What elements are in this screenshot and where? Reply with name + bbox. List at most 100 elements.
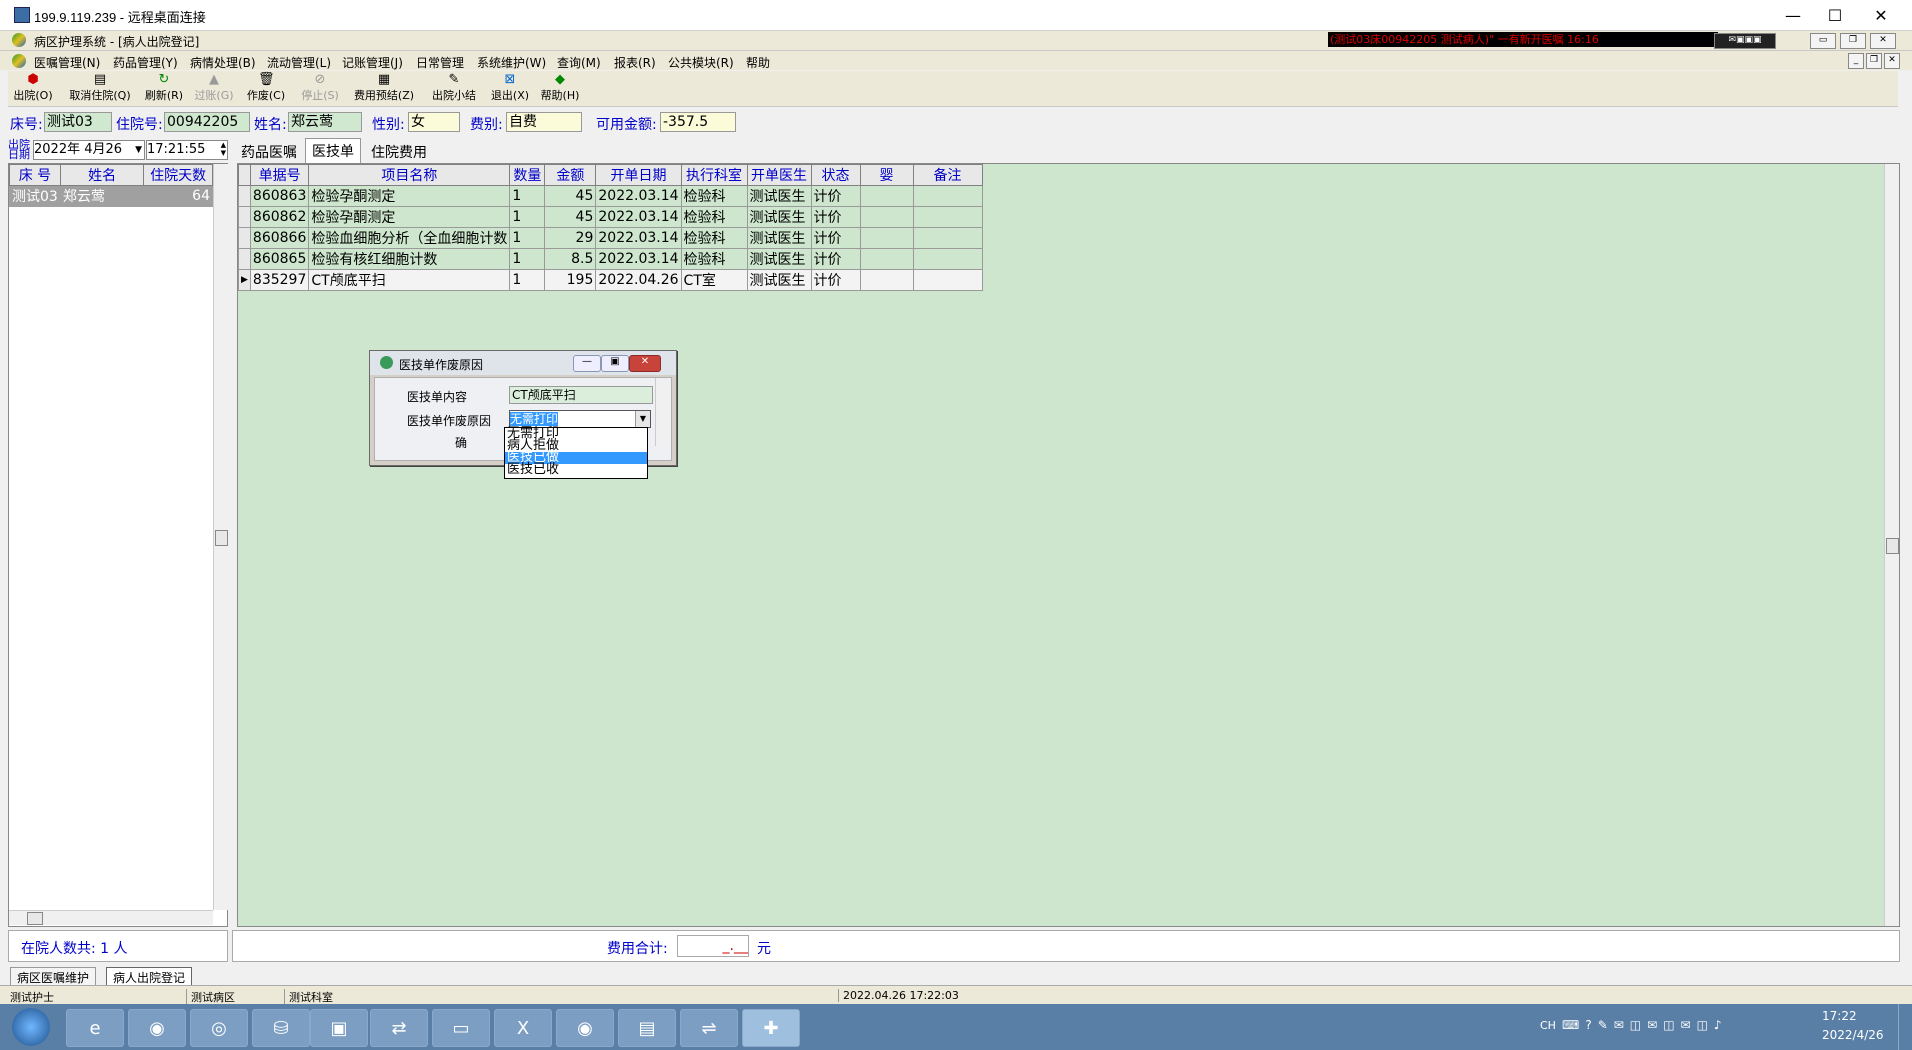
discharge-time-field[interactable]: 17:21:55 ▲ ▼	[146, 140, 228, 160]
column-header[interactable]: 状态	[810, 164, 861, 186]
column-header[interactable]: 开单医生	[746, 164, 812, 186]
cell	[859, 206, 914, 228]
balance-label: 可用金额:	[596, 117, 657, 133]
remote-icon[interactable]: ⇌	[680, 1009, 738, 1047]
app-minimize-button[interactable]: ▭	[1810, 33, 1836, 49]
table-row[interactable]: 860866 检验血细胞分析（全血细胞计数 1 29 2022.03.14 检验科 测试医生…	[238, 227, 983, 249]
mdi-restore-button[interactable]: ❐	[1866, 53, 1882, 69]
column-header[interactable]: 项目名称	[308, 164, 511, 186]
name-field[interactable]: 郑云莺	[288, 112, 362, 132]
horizontal-scrollbar[interactable]	[9, 910, 213, 925]
record-icon[interactable]: ◉	[556, 1009, 614, 1047]
dialog-scrollbar[interactable]	[655, 378, 668, 446]
maximize-button[interactable]: ☐	[1812, 0, 1858, 30]
content-label: 医技单内容	[407, 390, 468, 404]
windows-start-icon[interactable]	[12, 1008, 50, 1046]
discharge-summary-button[interactable]: ✎ 出院小结	[426, 73, 482, 105]
column-header[interactable]: 金额	[544, 164, 597, 186]
help-button[interactable]: ◆ 帮助(H)	[538, 73, 582, 105]
toolbar-label: 过账(G)	[194, 89, 234, 102]
mdi-minimize-button[interactable]: _	[1848, 53, 1864, 69]
column-header[interactable]: 执行科室	[680, 164, 748, 186]
scroll-thumb[interactable]	[27, 912, 43, 925]
minimize-button[interactable]: —	[1770, 0, 1816, 30]
close-button[interactable]: ✕	[1858, 0, 1904, 30]
mdi-close-button[interactable]: ✕	[1884, 53, 1900, 69]
confirm-button[interactable]: 确	[455, 434, 495, 452]
menu-item[interactable]: 病情处理(B)	[190, 54, 256, 71]
menu-item[interactable]: 记账管理(J)	[342, 54, 403, 71]
ie-icon[interactable]: e	[66, 1009, 124, 1047]
menu-item[interactable]: 流动管理(L)	[267, 54, 331, 71]
excel-icon[interactable]: X	[494, 1009, 552, 1047]
table-row[interactable]: 860863 检验孕酮测定 1 45 2022.03.14 检验科 测试医生 计价	[238, 185, 983, 207]
rdp-icon[interactable]: ⇄	[370, 1009, 428, 1047]
table-row[interactable]: 860865 检验有核红细胞计数 1 8.5 2022.03.14 检验科 测试医生 计价	[238, 248, 983, 270]
app-restore-button[interactable]: ❐	[1840, 33, 1866, 49]
menu-item[interactable]: 药品管理(Y)	[113, 54, 178, 71]
show-desktop-button[interactable]	[1898, 1004, 1912, 1050]
refresh-button[interactable]: ↻ 刷新(R)	[142, 73, 186, 105]
scroll-thumb[interactable]	[215, 530, 228, 546]
vertical-scrollbar[interactable]	[213, 164, 228, 910]
tray-date[interactable]: 2022/4/26	[1822, 1028, 1884, 1042]
tab-hospital-fees[interactable]: 住院费用	[371, 142, 427, 162]
tray-icons[interactable]: ⌨?✎✉◫✉◫✉◫♪	[1562, 1018, 1728, 1032]
admission-field[interactable]: 00942205	[164, 112, 250, 132]
cancel-admission-button[interactable]: ▤ 取消住院(Q)	[66, 73, 134, 105]
scroll-thumb[interactable]	[1886, 538, 1899, 554]
vertical-scrollbar[interactable]	[1884, 164, 1899, 926]
row-indicator	[238, 227, 251, 249]
menu-item[interactable]: 查询(M)	[557, 54, 601, 71]
app-close-button[interactable]: ✕	[1870, 33, 1896, 49]
chrome-icon[interactable]: ◉	[128, 1009, 186, 1047]
cell: 1	[509, 269, 546, 291]
media-icon[interactable]: ◎	[190, 1009, 248, 1047]
column-header[interactable]: 婴	[859, 164, 914, 186]
dialog-close-button[interactable]: ✕	[629, 355, 661, 372]
balance-field[interactable]: -357.5	[660, 112, 736, 132]
void-button[interactable]: 🗑 作废(C)	[244, 73, 288, 105]
column-header[interactable]: 数量	[509, 164, 546, 186]
table-row[interactable]: 860862 检验孕酮测定 1 45 2022.03.14 检验科 测试医生 计价	[238, 206, 983, 228]
column-header[interactable]: 单据号	[249, 164, 310, 186]
menu-item[interactable]: 帮助	[746, 54, 770, 71]
menu-item[interactable]: 日常管理	[416, 54, 464, 71]
column-header[interactable]: 住院天数	[143, 164, 213, 186]
network-icon[interactable]: ▣	[310, 1009, 368, 1047]
stop-button[interactable]: ⊘ 停止(S)	[298, 73, 342, 105]
app-icon[interactable]: ✚	[742, 1009, 800, 1047]
cell: 29	[544, 227, 597, 249]
tab-tech-orders[interactable]: 医技单	[305, 138, 361, 163]
menu-item[interactable]: 报表(R)	[614, 54, 656, 71]
input-language[interactable]: CH	[1540, 1019, 1556, 1032]
discharge-button[interactable]: ⬢ 出院(O)	[12, 73, 54, 105]
database-icon[interactable]: ⛁	[252, 1009, 310, 1047]
exit-button[interactable]: ⊠ 退出(X)	[488, 73, 532, 105]
discharge-date-picker[interactable]: 2022年 4月26 ▼	[33, 140, 145, 160]
table-row-selected[interactable]: ▶ 835297 CT颅底平扫 1 195 2022.04.26 CT室 测试医生 计价	[238, 269, 983, 291]
column-header[interactable]: 床 号	[9, 164, 61, 186]
content-field[interactable]: CT颅底平扫	[509, 386, 653, 404]
column-header[interactable]: 开单日期	[595, 164, 682, 186]
rdp-title: 199.9.119.239 - 远程桌面连接	[34, 10, 206, 25]
dialog-maximize-button[interactable]: ▣	[601, 355, 629, 372]
menu-item[interactable]: 系统维护(W)	[477, 54, 546, 71]
menu-item[interactable]: 医嘱管理(N)	[34, 54, 100, 71]
bed-field[interactable]: 测试03	[44, 112, 112, 132]
sex-field[interactable]: 女	[408, 112, 460, 132]
column-header[interactable]: 姓名	[59, 164, 145, 186]
menu-item[interactable]: 公共模块(R)	[668, 54, 734, 71]
folder-icon[interactable]: ▭	[432, 1009, 490, 1047]
table-row[interactable]: 测试03 郑云莺 64	[9, 185, 213, 207]
dropdown-option[interactable]: 医技已收	[505, 463, 647, 476]
fee-estimate-button[interactable]: ▦ 费用预结(Z)	[350, 73, 418, 105]
post-button[interactable]: ▲ 过账(G)	[192, 73, 236, 105]
notepad-icon[interactable]: ▤	[618, 1009, 676, 1047]
column-header[interactable]: 备注	[912, 164, 983, 186]
tab-drug-orders[interactable]: 药品医嘱	[241, 142, 297, 162]
fee-type-field[interactable]: 自费	[506, 112, 582, 132]
dialog-minimize-button[interactable]: —	[573, 355, 601, 372]
tray-time[interactable]: 17:22	[1822, 1009, 1857, 1023]
chevron-down-icon[interactable]: ▼	[635, 411, 650, 427]
